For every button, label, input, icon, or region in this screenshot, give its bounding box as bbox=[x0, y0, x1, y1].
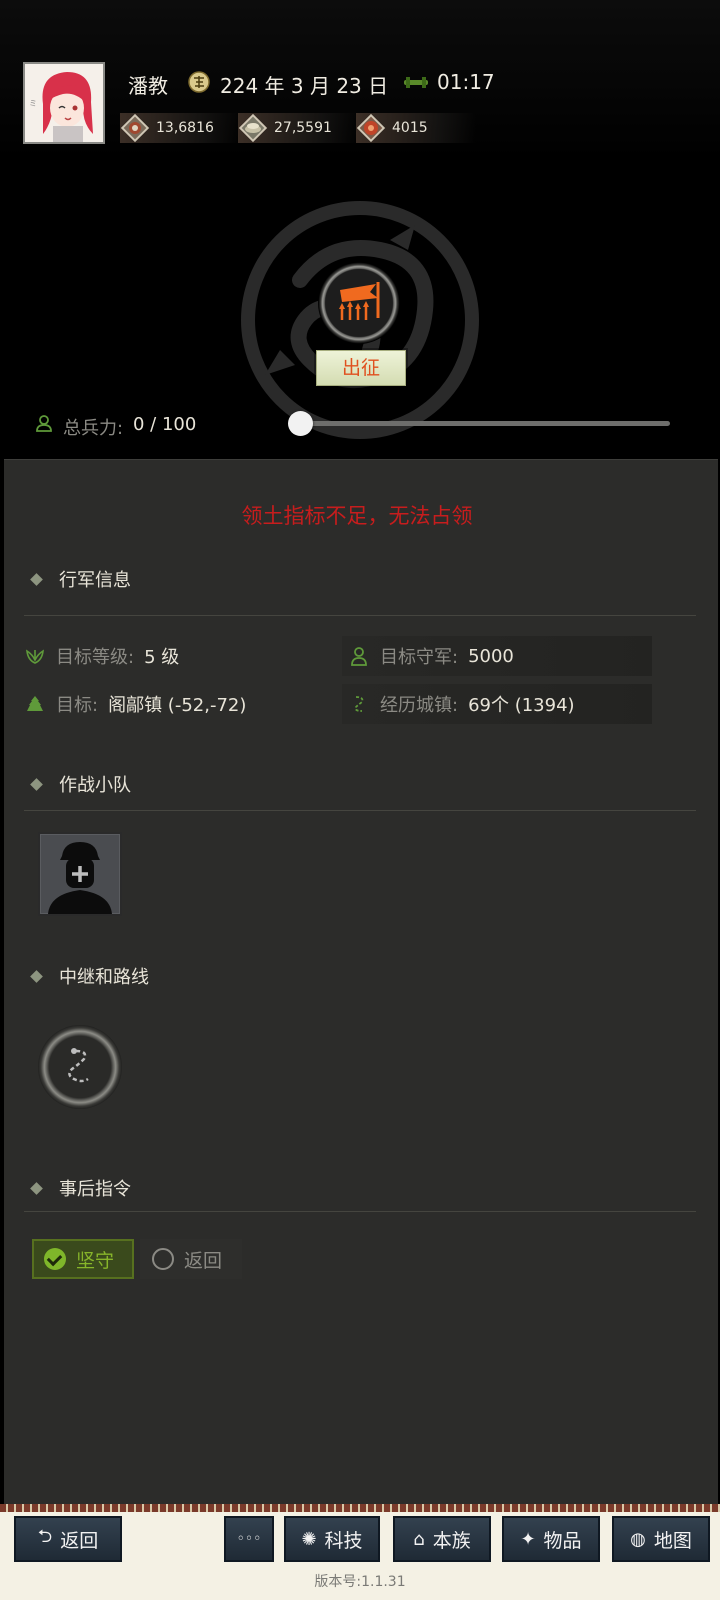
player-name: 潘教 bbox=[128, 74, 168, 98]
target-level-value: 5 级 bbox=[144, 647, 180, 668]
items-button-label: 物品 bbox=[543, 1529, 582, 1552]
diamond-bullet-icon bbox=[30, 969, 43, 983]
version-label: 版本号:1.1.31 bbox=[314, 1574, 406, 1590]
resource-silver-value: 13,6816 bbox=[156, 120, 214, 136]
resource-gold[interactable]: 4015 bbox=[356, 113, 476, 143]
target-garrison-value: 5000 bbox=[468, 645, 514, 667]
section-squad: 作战小队 bbox=[30, 771, 131, 797]
towns-passed-value: 69个 (1394) bbox=[468, 695, 575, 716]
items-bag-icon: ✦ bbox=[520, 1528, 536, 1550]
divider bbox=[24, 615, 696, 616]
add-general-icon bbox=[48, 842, 112, 914]
section-after-orders: 事后指令 bbox=[30, 1175, 131, 1201]
svg-text:ミ: ミ bbox=[29, 99, 37, 108]
total-troops-value: 0 / 100 bbox=[133, 414, 197, 435]
option-return[interactable]: 返回 bbox=[140, 1239, 242, 1279]
divider bbox=[24, 1211, 696, 1212]
game-date: 224 年 3 月 23 日 bbox=[220, 74, 389, 98]
target-value[interactable]: 阁鄗镇 (-52,-72) bbox=[108, 691, 246, 717]
info-target-garrison: 目标守军: 5000 bbox=[342, 636, 652, 676]
target-label: 目标: bbox=[56, 695, 99, 716]
info-towns-passed: 经历城镇: 69个 (1394) bbox=[342, 684, 652, 724]
option-hold[interactable]: 坚守 bbox=[32, 1239, 134, 1279]
section-march-info: 行军信息 bbox=[30, 566, 131, 592]
diamond-bullet-icon bbox=[30, 572, 43, 586]
resource-gold-value: 4015 bbox=[392, 120, 428, 136]
clan-button[interactable]: ⌂ 本族 bbox=[393, 1516, 491, 1562]
gold-icon bbox=[356, 113, 386, 143]
silver-icon bbox=[120, 113, 150, 143]
info-target-level: 目标等级: 5 级 bbox=[24, 636, 334, 676]
info-target: 目标: 阁鄗镇 (-52,-72) bbox=[24, 684, 334, 724]
tech-gear-icon: ✺ bbox=[301, 1528, 317, 1550]
grain-icon bbox=[238, 113, 268, 143]
soldier-icon bbox=[36, 415, 52, 432]
hourglass-time-icon bbox=[404, 77, 428, 88]
warning-message: 领土指标不足，无法占领 bbox=[241, 504, 473, 528]
map-button[interactable]: ◍ 地图 bbox=[612, 1516, 710, 1562]
route-path-icon bbox=[68, 1048, 89, 1083]
game-time: 01:17 bbox=[437, 70, 495, 94]
target-garrison-label: 目标守军: bbox=[380, 647, 459, 668]
resource-silver[interactable]: 13,6816 bbox=[120, 113, 240, 143]
troops-slider-track[interactable] bbox=[300, 421, 670, 426]
back-button-label: 返回 bbox=[60, 1529, 99, 1552]
section-after-orders-label: 事后指令 bbox=[59, 1179, 131, 1200]
resource-grain-value: 27,5591 bbox=[274, 120, 332, 136]
soldier-icon bbox=[351, 647, 367, 666]
undo-arrow-icon: ⮌ bbox=[37, 1526, 53, 1547]
player-avatar[interactable]: ミ bbox=[23, 62, 105, 144]
march-button[interactable]: 出征 bbox=[316, 350, 406, 386]
option-return-label: 返回 bbox=[184, 1249, 223, 1272]
avatar-portrait-icon: ミ bbox=[25, 64, 103, 142]
option-hold-label: 坚守 bbox=[76, 1249, 115, 1272]
section-relay-label: 中继和路线 bbox=[59, 967, 149, 988]
bottom-bar-border bbox=[0, 1504, 720, 1512]
tech-button[interactable]: ✺ 科技 bbox=[284, 1516, 380, 1562]
resource-grain[interactable]: 27,5591 bbox=[238, 113, 358, 143]
checkmark-icon bbox=[44, 1248, 66, 1270]
section-squad-label: 作战小队 bbox=[59, 775, 131, 796]
tech-button-label: 科技 bbox=[324, 1529, 363, 1552]
pagoda-icon bbox=[27, 696, 43, 711]
map-button-label: 地图 bbox=[653, 1529, 692, 1552]
divider bbox=[24, 810, 696, 811]
section-relay: 中继和路线 bbox=[30, 963, 149, 989]
diamond-bullet-icon bbox=[30, 777, 43, 791]
add-squad-slot[interactable] bbox=[38, 832, 122, 916]
troops-slider-thumb[interactable] bbox=[288, 411, 313, 436]
laurel-icon bbox=[26, 649, 44, 664]
total-troops-label: 总兵力: bbox=[63, 418, 124, 439]
items-button[interactable]: ✦ 物品 bbox=[502, 1516, 600, 1562]
towns-passed-label: 经历城镇: bbox=[380, 695, 459, 716]
clan-house-icon: ⌂ bbox=[413, 1528, 425, 1550]
route-button[interactable] bbox=[38, 1025, 122, 1109]
march-button-icon[interactable] bbox=[318, 262, 400, 344]
target-level-label: 目标等级: bbox=[56, 647, 135, 668]
war-banner-icon bbox=[339, 282, 380, 320]
section-march-info-label: 行军信息 bbox=[59, 570, 131, 591]
map-globe-icon: ◍ bbox=[630, 1528, 646, 1550]
radio-empty-icon bbox=[152, 1248, 174, 1270]
back-button[interactable]: ⮌ 返回 bbox=[14, 1516, 122, 1562]
clan-button-label: 本族 bbox=[432, 1529, 471, 1552]
route-path-icon bbox=[354, 696, 364, 712]
header: ミ 潘教 224 年 3 月 23 日 01:17 13,6816 27,559… bbox=[0, 0, 720, 460]
calendar-seal-icon bbox=[188, 71, 210, 93]
more-button[interactable]: ◦◦◦ bbox=[224, 1516, 274, 1562]
more-dots-icon: ◦◦◦ bbox=[236, 1531, 262, 1547]
diamond-bullet-icon bbox=[30, 1181, 43, 1195]
